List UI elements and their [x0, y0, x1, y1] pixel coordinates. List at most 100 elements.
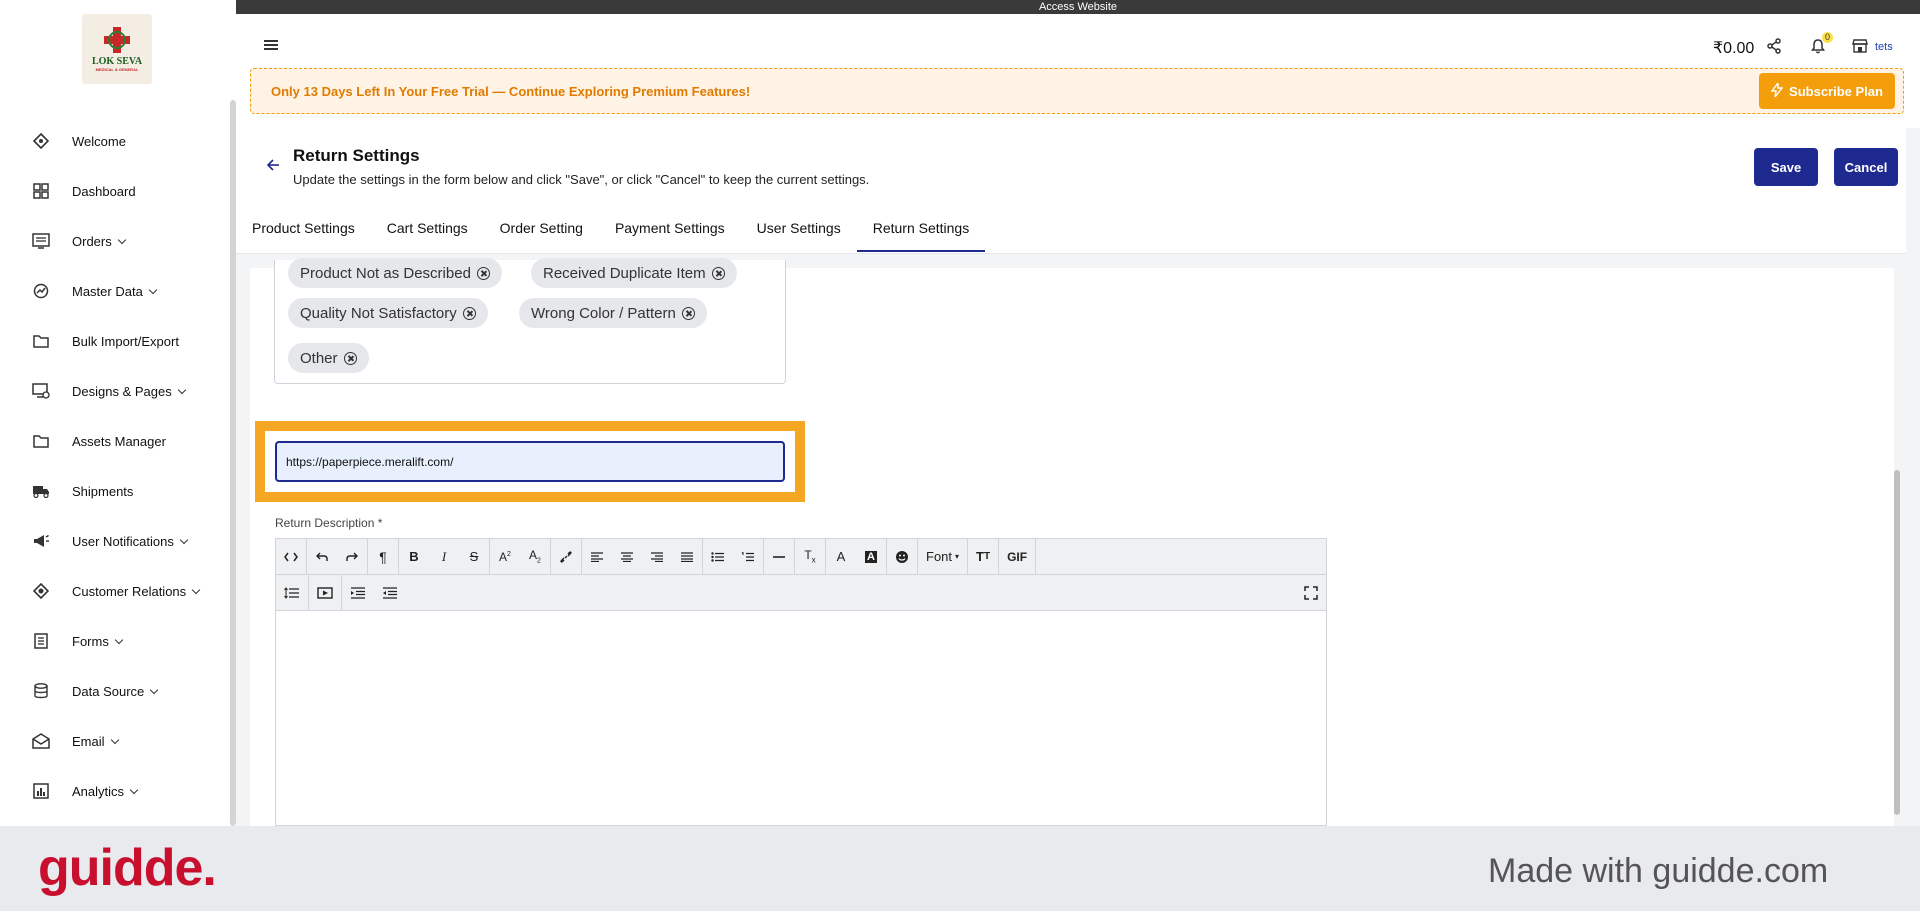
chevron-down-icon: [117, 235, 126, 244]
page-title: Return Settings: [293, 146, 420, 165]
chip-label: Other: [300, 349, 338, 367]
remove-chip-icon[interactable]: [711, 266, 725, 280]
font-dropdown-label: Font: [926, 549, 953, 564]
sidebar-item-label: Designs & Pages: [72, 383, 172, 399]
lightning-icon: [1770, 80, 1784, 100]
menu-icon[interactable]: [264, 40, 278, 50]
chevron-down-icon: [150, 685, 159, 694]
font-size-icon[interactable]: TT: [968, 539, 998, 575]
sidebar-item-label: Orders: [72, 233, 112, 249]
remove-chip-icon[interactable]: [343, 351, 357, 365]
subscript-icon[interactable]: A2: [520, 539, 550, 575]
settings-tabs: Product Settings Cart Settings Order Set…: [236, 210, 986, 252]
sidebar-item-user-notifications[interactable]: User Notifications: [0, 516, 230, 566]
clear-format-icon[interactable]: Tx: [795, 539, 825, 575]
tab-user-settings[interactable]: User Settings: [741, 210, 857, 252]
page-subtitle: Update the settings in the form below an…: [293, 172, 870, 187]
align-center-icon[interactable]: [612, 539, 642, 575]
sidebar-item-label: Data Source: [72, 683, 145, 699]
chip-label: Wrong Color / Pattern: [531, 304, 676, 322]
folder-icon: [32, 332, 50, 350]
designs-icon: [32, 382, 50, 400]
logo-name: LOK SEVA: [91, 55, 143, 67]
fullscreen-icon[interactable]: [1296, 575, 1326, 611]
indent-icon[interactable]: [342, 575, 374, 611]
return-url-input[interactable]: [275, 441, 785, 482]
subscribe-plan-label: Subscribe Plan: [1789, 83, 1883, 99]
sidebar-item-designs-pages[interactable]: Designs & Pages: [0, 366, 230, 416]
emoji-icon[interactable]: [887, 539, 917, 575]
tab-product-settings[interactable]: Product Settings: [236, 210, 371, 252]
tab-payment-settings[interactable]: Payment Settings: [599, 210, 741, 252]
bullet-list-icon[interactable]: [703, 539, 733, 575]
toolbar-divider: [1035, 538, 1037, 575]
sidebar-item-label: Analytics: [72, 783, 125, 799]
cancel-button[interactable]: Cancel: [1834, 148, 1898, 186]
back-arrow-icon[interactable]: [266, 158, 280, 177]
align-right-icon[interactable]: [642, 539, 672, 575]
line-height-icon[interactable]: [276, 575, 308, 611]
notification-badge: 0: [1822, 32, 1834, 43]
outdent-icon[interactable]: [374, 575, 406, 611]
remove-chip-icon[interactable]: [681, 306, 695, 320]
sidebar-item-data-source[interactable]: Data Source: [0, 666, 230, 716]
align-justify-icon[interactable]: [672, 539, 702, 575]
remove-chip-icon[interactable]: [462, 306, 476, 320]
store-icon[interactable]: [1852, 38, 1868, 59]
sidebar-item-shipments[interactable]: Shipments: [0, 466, 230, 516]
paragraph-icon[interactable]: ¶: [368, 539, 398, 575]
sidebar-item-master-data[interactable]: Master Data: [0, 266, 230, 316]
tab-order-setting[interactable]: Order Setting: [484, 210, 599, 252]
sidebar-item-forms[interactable]: Forms: [0, 616, 230, 666]
share-icon[interactable]: [1766, 38, 1782, 59]
numbered-list-icon[interactable]: [733, 539, 763, 575]
font-dropdown[interactable]: Font ▾: [918, 539, 967, 575]
sidebar-item-dashboard[interactable]: Dashboard: [0, 166, 230, 216]
analytics-icon: [32, 782, 50, 800]
superscript-icon[interactable]: A2: [490, 539, 520, 575]
sidebar-item-label: Dashboard: [72, 183, 136, 199]
align-left-icon[interactable]: [582, 539, 612, 575]
sidebar-item-analytics[interactable]: Analytics: [0, 766, 230, 816]
main-scrollbar[interactable]: [1894, 470, 1900, 815]
sidebar-item-orders[interactable]: Orders: [0, 216, 230, 266]
store-name-link[interactable]: tets: [1875, 41, 1893, 53]
chevron-down-icon: [129, 785, 139, 794]
editor-toolbar-row-2: [276, 574, 1326, 611]
store-logo[interactable]: LOK SEVA MEDICAL & GENERAL: [82, 14, 152, 84]
email-icon: [32, 732, 50, 750]
reason-chip: Product Not as Described: [288, 258, 502, 288]
chevron-down-icon: [110, 735, 119, 744]
reason-chip: Quality Not Satisfactory: [288, 298, 488, 328]
gif-label: GIF: [1007, 549, 1028, 564]
sidebar-item-label: Bulk Import/Export: [72, 333, 179, 349]
link-icon[interactable]: [551, 539, 581, 575]
highlight-color-icon[interactable]: A: [856, 539, 886, 575]
sidebar-item-bulk-import-export[interactable]: Bulk Import/Export: [0, 316, 230, 366]
wallet-balance[interactable]: ₹0.00: [1713, 38, 1754, 58]
sidebar-item-label: Email: [72, 733, 105, 749]
strikethrough-icon[interactable]: S: [459, 539, 489, 575]
sidebar-nav: Welcome Dashboard Orders Master Data Bul…: [0, 116, 230, 816]
video-icon[interactable]: [309, 575, 341, 611]
undo-icon[interactable]: [307, 539, 337, 575]
italic-icon[interactable]: I: [429, 539, 459, 575]
gif-button[interactable]: GIF: [999, 539, 1035, 575]
tab-return-settings[interactable]: Return Settings: [856, 210, 986, 252]
redo-icon[interactable]: [337, 539, 367, 575]
sidebar-item-customer-relations[interactable]: Customer Relations: [0, 566, 230, 616]
remove-chip-icon[interactable]: [476, 266, 490, 280]
sidebar-item-assets-manager[interactable]: Assets Manager: [0, 416, 230, 466]
sidebar-item-welcome[interactable]: Welcome: [0, 116, 230, 166]
save-button[interactable]: Save: [1754, 148, 1818, 186]
megaphone-icon: [32, 532, 50, 550]
text-color-icon[interactable]: A: [826, 539, 856, 575]
horizontal-rule-icon[interactable]: [764, 539, 794, 575]
tab-cart-settings[interactable]: Cart Settings: [371, 210, 484, 252]
bold-icon[interactable]: B: [399, 539, 429, 575]
sidebar-item-email[interactable]: Email: [0, 716, 230, 766]
code-view-icon[interactable]: [276, 539, 306, 575]
access-website-bar[interactable]: Access Website: [236, 0, 1920, 14]
subscribe-plan-button[interactable]: Subscribe Plan: [1759, 73, 1895, 109]
chevron-down-icon: [148, 285, 158, 294]
